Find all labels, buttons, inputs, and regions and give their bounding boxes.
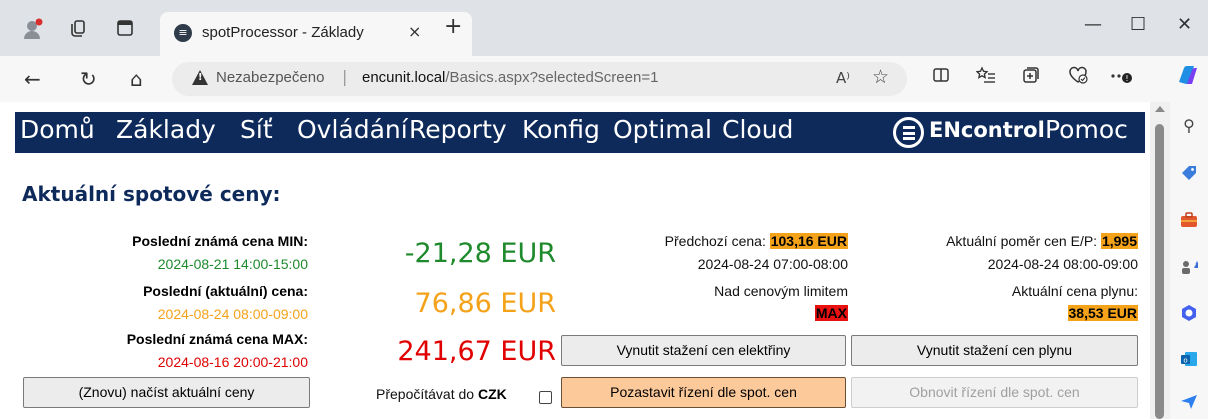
price-limit-row: MAX bbox=[558, 305, 848, 321]
svg-text:!: ! bbox=[1125, 74, 1128, 83]
nav-item-konfig[interactable]: Konfig bbox=[522, 115, 600, 144]
gas-price-row: 38,53 EUR bbox=[850, 305, 1138, 321]
nav-item-pomoc[interactable]: Pomoc bbox=[1045, 115, 1128, 144]
current-price-label: Poslední (aktuální) cena: bbox=[143, 283, 308, 299]
refresh-icon[interactable]: ↻ bbox=[80, 68, 97, 90]
more-icon[interactable]: ! bbox=[1110, 66, 1134, 89]
back-icon[interactable]: ← bbox=[24, 68, 41, 90]
gas-price-label: Aktuální cena plynu: bbox=[1011, 283, 1138, 299]
force-electricity-button[interactable]: Vynutit stažení cen elektřiny bbox=[561, 335, 846, 366]
outlook-icon[interactable]: o bbox=[1179, 350, 1199, 370]
m365-icon[interactable] bbox=[1179, 304, 1199, 324]
window-close-button[interactable]: ✕ bbox=[1177, 14, 1192, 35]
collections-icon[interactable] bbox=[1022, 66, 1040, 89]
tab-spotprocessor[interactable]: ≡ spotProcessor - Základy × bbox=[160, 12, 472, 56]
page-scrollbar[interactable] bbox=[1150, 102, 1170, 419]
send-icon[interactable] bbox=[1179, 394, 1199, 414]
address-bar[interactable]: Nezabezpečeno | encunit.local/Basics.asp… bbox=[172, 62, 907, 96]
read-aloud-icon[interactable]: A⁾ bbox=[836, 69, 850, 87]
nav-item-reporty[interactable]: Reporty bbox=[409, 115, 507, 144]
home-icon[interactable]: ⌂ bbox=[130, 68, 143, 90]
browser-essentials-icon[interactable] bbox=[1068, 66, 1088, 89]
main-nav: Domů Základy Síť Ovládání Reporty Konfig… bbox=[15, 112, 1145, 153]
url-separator: | bbox=[342, 67, 348, 86]
previous-price-label: Předchozí cena: bbox=[664, 233, 766, 249]
current-price-time: 2024-08-24 08:00-09:00 bbox=[157, 306, 308, 322]
price-ratio-row: Aktuální poměr cen E/P: 1,995 bbox=[850, 233, 1138, 249]
convert-currency: CZK bbox=[477, 386, 507, 402]
games-icon[interactable]: ♟ bbox=[1179, 258, 1201, 278]
shopping-tag-icon[interactable] bbox=[1179, 164, 1199, 184]
max-price-box: 241,67 EUR bbox=[340, 336, 556, 376]
price-ratio-label: Aktuální poměr cen E/P: bbox=[946, 233, 1098, 249]
nav-item-domu[interactable]: Domů bbox=[20, 115, 95, 144]
max-price-time: 2024-08-16 20:00-21:00 bbox=[157, 354, 308, 370]
previous-price-row: Předchozí cena: 103,16 EUR bbox=[558, 233, 848, 249]
svg-text:♟: ♟ bbox=[1193, 261, 1198, 271]
max-price-value: 241,67 EUR bbox=[397, 336, 556, 367]
page-title: Aktuální spotové ceny: bbox=[22, 182, 281, 206]
max-price-label: Poslední známá cena MAX: bbox=[126, 331, 308, 347]
search-icon[interactable]: ⚲ bbox=[1179, 116, 1199, 136]
current-price-value: 76,86 EUR bbox=[414, 288, 556, 319]
url-host: encunit.local bbox=[362, 69, 446, 86]
pause-control-button[interactable]: Pozastavit řízení dle spot. cen bbox=[561, 377, 846, 408]
price-limit-label: Nad cenovým limitem bbox=[714, 283, 848, 299]
url-text[interactable]: encunit.local/Basics.aspx?selectedScreen… bbox=[362, 69, 658, 86]
warning-icon bbox=[192, 70, 208, 85]
reload-prices-button[interactable]: (Znovu) načíst aktuální ceny bbox=[23, 377, 310, 408]
min-price-label: Poslední známá cena MIN: bbox=[132, 233, 308, 249]
nav-item-zaklady[interactable]: Základy bbox=[116, 115, 216, 144]
security-label[interactable]: Nezabezpečeno bbox=[216, 69, 324, 86]
tab-close-icon[interactable]: × bbox=[408, 22, 421, 41]
min-price-value: -21,28 EUR bbox=[404, 238, 556, 269]
svg-text:o: o bbox=[1183, 357, 1187, 365]
encontrol-logo: ENcontrol bbox=[929, 118, 1045, 142]
maximize-button[interactable]: ☐ bbox=[1130, 14, 1146, 35]
url-path: /Basics.aspx?selectedScreen=1 bbox=[445, 69, 659, 86]
new-tab-button[interactable]: + bbox=[444, 14, 462, 39]
tab-title: spotProcessor - Základy bbox=[202, 24, 364, 41]
price-ratio-time: 2024-08-24 08:00-09:00 bbox=[987, 256, 1138, 272]
scroll-thumb[interactable] bbox=[1155, 124, 1164, 419]
browser-tab-bar: ≡ spotProcessor - Základy × + — ☐ ✕ bbox=[0, 0, 1208, 56]
nav-item-optimal[interactable]: Optimal bbox=[613, 115, 712, 144]
encontrol-logo-icon bbox=[893, 117, 924, 148]
current-price-box: 76,86 EUR bbox=[340, 288, 556, 328]
minimize-button[interactable]: — bbox=[1084, 14, 1102, 35]
convert-currency-label: Přepočítávat do CZK bbox=[376, 386, 507, 402]
workspaces-icon[interactable] bbox=[68, 18, 90, 40]
scroll-up-arrow[interactable] bbox=[1155, 106, 1165, 112]
tools-icon[interactable] bbox=[1179, 212, 1199, 232]
convert-prefix: Přepočítávat do bbox=[376, 386, 475, 402]
min-price-time: 2024-08-21 14:00-15:00 bbox=[157, 256, 308, 272]
previous-price-time: 2024-08-24 07:00-08:00 bbox=[697, 256, 848, 272]
convert-czk-checkbox[interactable] bbox=[539, 391, 552, 404]
nav-item-sit[interactable]: Síť bbox=[240, 115, 273, 144]
price-limit-value: MAX bbox=[814, 305, 848, 321]
force-gas-button[interactable]: Vynutit stažení cen plynu bbox=[851, 335, 1138, 366]
nav-item-ovladani[interactable]: Ovládání bbox=[297, 115, 408, 144]
copilot-icon[interactable] bbox=[1175, 64, 1199, 91]
previous-price-value: 103,16 EUR bbox=[769, 233, 848, 249]
page-content: Domů Základy Síť Ovládání Reporty Konfig… bbox=[10, 102, 1150, 419]
resume-control-button: Obnovit řízení dle spot. cen bbox=[851, 377, 1138, 408]
gas-price-value: 38,53 EUR bbox=[1067, 305, 1138, 321]
add-favorite-icon[interactable]: ☆ bbox=[872, 66, 889, 88]
nav-item-cloud[interactable]: Cloud bbox=[722, 115, 793, 144]
split-screen-icon[interactable] bbox=[932, 66, 950, 89]
tab-actions-icon[interactable] bbox=[114, 18, 136, 40]
price-ratio-value: 1,995 bbox=[1100, 233, 1138, 249]
favorites-icon[interactable] bbox=[975, 66, 996, 89]
site-favicon-icon: ≡ bbox=[174, 24, 192, 42]
min-price-box: -21,28 EUR bbox=[340, 238, 556, 278]
edge-sidebar: ⚲ ♟ o bbox=[1170, 102, 1208, 419]
profile-icon[interactable] bbox=[22, 18, 44, 40]
